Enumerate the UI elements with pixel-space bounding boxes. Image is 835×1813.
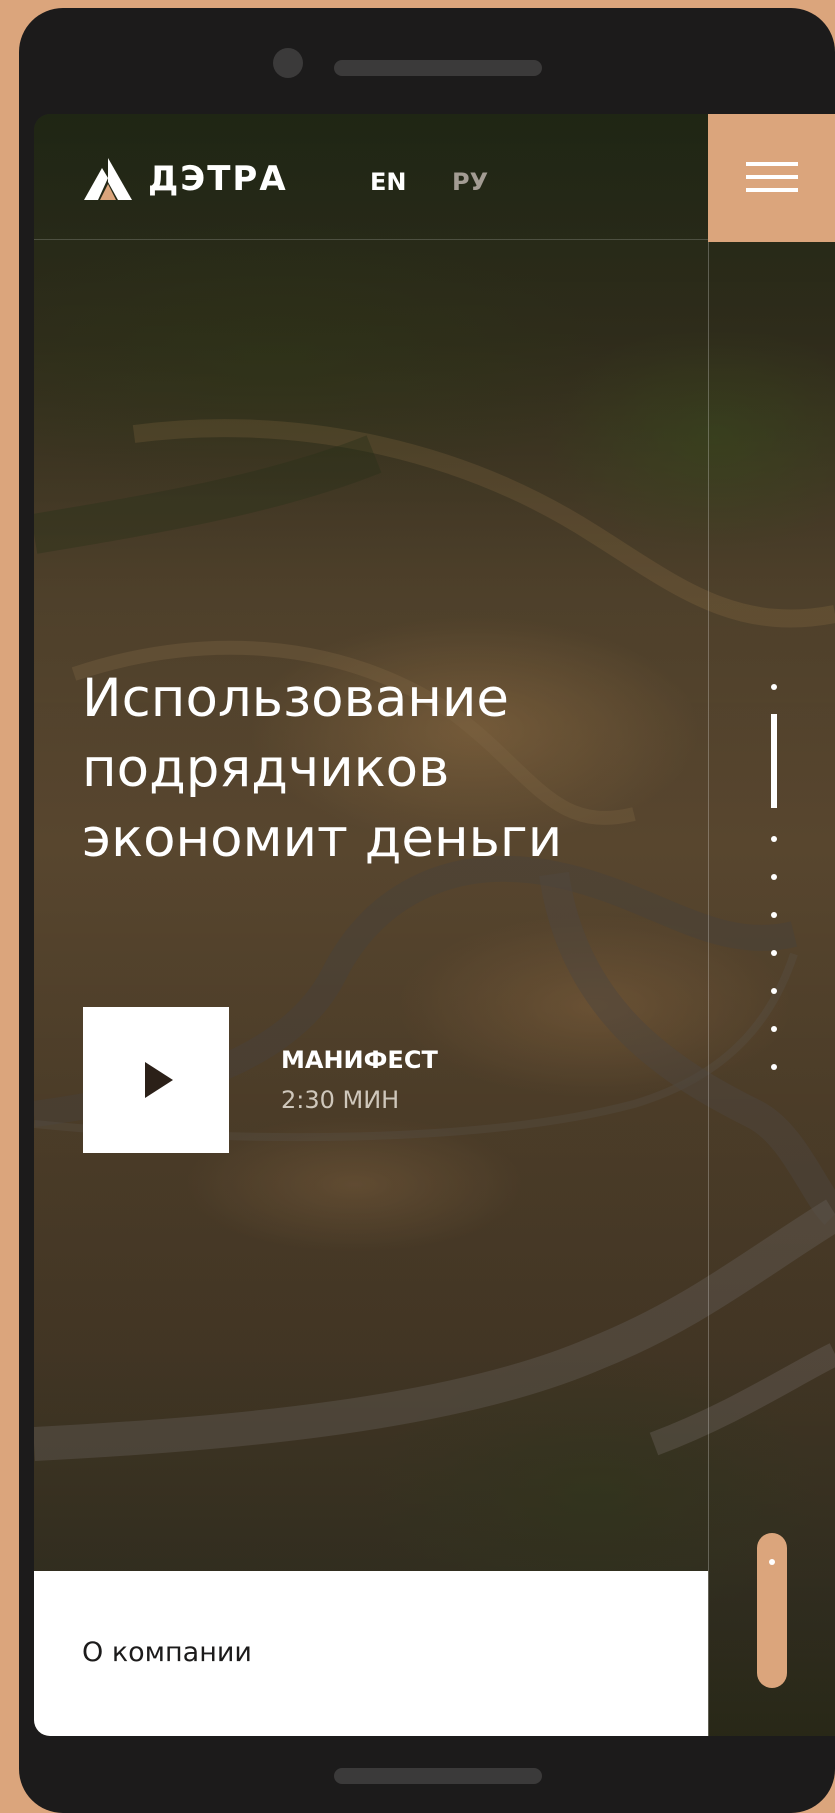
video-duration: 2:30 МИН xyxy=(281,1086,400,1114)
phone-camera xyxy=(273,48,303,78)
slider-dot-active[interactable] xyxy=(771,714,777,808)
phone-speaker-bottom xyxy=(334,1768,542,1784)
hero-headline: Использование подрядчиков экономит деньг… xyxy=(82,664,682,874)
slider-dot[interactable] xyxy=(771,950,777,956)
headline-line-3: экономит деньги xyxy=(82,808,563,869)
phone-speaker-top xyxy=(334,60,542,76)
slider-dot[interactable] xyxy=(771,1064,777,1070)
slider-dot[interactable] xyxy=(771,836,777,842)
about-company-link[interactable]: О компании xyxy=(34,1571,708,1736)
headline-line-2: подрядчиков xyxy=(82,738,450,799)
detra-logo-icon xyxy=(84,158,132,200)
menu-bar-bottom xyxy=(746,188,798,192)
headline-line-1: Использование xyxy=(82,668,510,729)
menu-bar-middle xyxy=(746,175,798,179)
play-video-button[interactable] xyxy=(83,1007,229,1153)
language-ru[interactable]: РУ xyxy=(452,168,488,196)
about-company-label: О компании xyxy=(82,1637,252,1668)
slider-dot[interactable] xyxy=(771,874,777,880)
slider-dot[interactable] xyxy=(771,684,777,690)
video-title: МАНИФЕСТ xyxy=(281,1046,438,1074)
scroll-indicator-dot xyxy=(769,1559,775,1565)
header-divider xyxy=(34,239,708,240)
hero-overlay xyxy=(34,114,835,1736)
brand-logo[interactable]: ДЭТРА xyxy=(82,156,288,202)
scroll-indicator[interactable] xyxy=(757,1533,787,1688)
hamburger-menu-icon[interactable] xyxy=(708,114,835,242)
slider-dot[interactable] xyxy=(771,1026,777,1032)
side-divider xyxy=(708,114,709,1736)
play-icon xyxy=(145,1062,173,1098)
brand-name: ДЭТРА xyxy=(148,159,288,199)
language-en[interactable]: EN xyxy=(370,168,406,196)
slider-dot[interactable] xyxy=(771,912,777,918)
menu-bar-top xyxy=(746,162,798,166)
slider-dot[interactable] xyxy=(771,988,777,994)
hero-screen: ДЭТРА EN РУ Использование подрядчиков эк… xyxy=(34,114,835,1736)
